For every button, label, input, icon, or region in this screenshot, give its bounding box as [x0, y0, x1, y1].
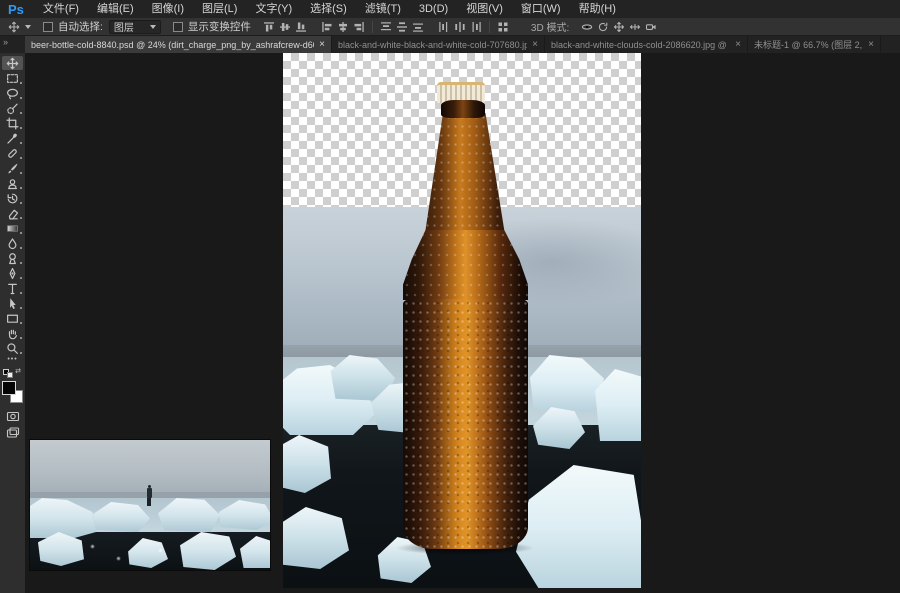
tool-options-bar: 自动选择: 图层 显示变换控件 3D 模式:	[0, 18, 900, 36]
screen-mode-button[interactable]	[2, 425, 23, 439]
align-vertical-center-icon[interactable]	[279, 21, 291, 33]
type-tool[interactable]	[2, 281, 23, 295]
current-tool-button[interactable]	[6, 21, 31, 33]
default-colors-icon	[7, 372, 13, 378]
quick-selection-tool[interactable]	[2, 101, 23, 115]
healing-brush-tool[interactable]	[2, 146, 23, 160]
distribute-horizontal-center-icon[interactable]	[454, 21, 466, 33]
snow-speck	[116, 556, 121, 561]
align-bottom-icon[interactable]	[295, 21, 307, 33]
move-tool[interactable]	[2, 56, 23, 70]
edit-toolbar-button[interactable]: •••	[0, 356, 25, 363]
tab-untitled-1[interactable]: 未标题-1 @ 66.7% (图层 2, RGB/8... ×	[748, 36, 881, 53]
distribute-top-icon[interactable]	[380, 21, 392, 33]
rectangle-tool[interactable]	[2, 311, 23, 325]
menu-select[interactable]: 选择(S)	[301, 0, 356, 18]
photoshop-window: Ps 文件(F) 编辑(E) 图像(I) 图层(L) 文字(Y) 选择(S) 滤…	[0, 0, 900, 593]
eyedropper-tool[interactable]	[2, 131, 23, 145]
menu-layer[interactable]: 图层(L)	[193, 0, 246, 18]
chevron-down-icon	[25, 25, 31, 29]
align-horizontal-center-icon[interactable]	[337, 21, 349, 33]
default-swap-colors[interactable]: ⇄	[3, 367, 21, 379]
blur-tool[interactable]	[2, 236, 23, 250]
menu-edit[interactable]: 编辑(E)	[88, 0, 143, 18]
show-transform-checkbox[interactable]	[173, 22, 183, 32]
menu-bar: Ps 文件(F) 编辑(E) 图像(I) 图层(L) 文字(Y) 选择(S) 滤…	[0, 0, 900, 18]
menu-file[interactable]: 文件(F)	[34, 0, 88, 18]
align-top-icon[interactable]	[263, 21, 275, 33]
history-brush-tool[interactable]	[2, 191, 23, 205]
lasso-tool[interactable]	[2, 86, 23, 100]
path-selection-tool[interactable]	[2, 296, 23, 310]
auto-select-label: 自动选择:	[58, 19, 103, 34]
tab-title: black-and-white-black-and-white-cold-707…	[338, 40, 527, 50]
close-icon[interactable]: ×	[532, 39, 538, 50]
pen-tool[interactable]	[2, 266, 23, 280]
menu-window[interactable]: 窗口(W)	[512, 0, 570, 18]
3d-slide-icon[interactable]	[629, 21, 641, 33]
tab-overflow-icon[interactable]: »	[0, 36, 25, 53]
person-silhouette	[146, 485, 152, 506]
hand-tool[interactable]	[2, 326, 23, 340]
3d-pan-icon[interactable]	[613, 21, 625, 33]
zoom-tool[interactable]	[2, 341, 23, 355]
tab-title: black-and-white-clouds-cold-2086620.jpg …	[551, 38, 730, 51]
menu-help[interactable]: 帮助(H)	[570, 0, 625, 18]
menu-image[interactable]: 图像(I)	[143, 0, 193, 18]
align-right-icon[interactable]	[353, 21, 365, 33]
align-left-icon[interactable]	[321, 21, 333, 33]
bottle-body	[403, 299, 528, 549]
color-swatches[interactable]	[2, 381, 23, 403]
distribute-bottom-icon[interactable]	[412, 21, 424, 33]
show-transform-label: 显示变换控件	[188, 19, 251, 34]
3d-orbit-icon[interactable]	[581, 21, 593, 33]
auto-select-dropdown[interactable]: 图层	[109, 20, 161, 34]
dodge-tool[interactable]	[2, 251, 23, 265]
gradient-tool[interactable]	[2, 221, 23, 235]
tab-clouds-cold[interactable]: black-and-white-clouds-cold-2086620.jpg …	[545, 36, 748, 53]
clone-stamp-tool[interactable]	[2, 176, 23, 190]
auto-select-value: 图层	[114, 19, 134, 34]
eraser-tool[interactable]	[2, 206, 23, 220]
tab-beer-bottle-cold[interactable]: beer-bottle-cold-8840.psd @ 24% (dirt_ch…	[25, 36, 332, 53]
tab-title: beer-bottle-cold-8840.psd @ 24% (dirt_ch…	[31, 38, 314, 51]
foreground-color-swatch[interactable]	[2, 381, 16, 395]
brush-tool[interactable]	[2, 161, 23, 175]
marquee-tool[interactable]	[2, 71, 23, 85]
close-icon[interactable]: ×	[319, 39, 325, 50]
chevron-down-icon	[150, 25, 156, 29]
bottle-collar	[441, 100, 485, 118]
3d-roll-icon[interactable]	[597, 21, 609, 33]
menu-3d[interactable]: 3D(D)	[410, 0, 457, 18]
distribute-left-icon[interactable]	[438, 21, 450, 33]
ps-logo: Ps	[0, 2, 34, 17]
close-icon[interactable]: ×	[735, 39, 741, 50]
auto-select-checkbox[interactable]	[43, 22, 53, 32]
close-icon[interactable]: ×	[868, 39, 874, 50]
move-tool-icon	[8, 21, 20, 33]
document-canvas[interactable]	[283, 53, 641, 588]
menu-filter[interactable]: 滤镜(T)	[356, 0, 410, 18]
distribute-right-icon[interactable]	[470, 21, 482, 33]
menu-type[interactable]: 文字(Y)	[246, 0, 301, 18]
document-tab-bar: » beer-bottle-cold-8840.psd @ 24% (dirt_…	[0, 36, 900, 53]
mode-3d-label: 3D 模式:	[531, 19, 569, 34]
tools-palette: ••• ⇄	[0, 53, 25, 593]
tab-title: 未标题-1 @ 66.7% (图层 2, RGB/8...	[754, 38, 863, 51]
distribute-spacing-icon[interactable]	[497, 21, 509, 33]
3d-camera-icon[interactable]	[645, 21, 657, 33]
pasteboard	[25, 53, 900, 593]
snow-speck	[90, 544, 95, 549]
snow-speck	[158, 548, 163, 553]
quick-mask-button[interactable]	[2, 409, 23, 423]
reference-image-ice-beach[interactable]	[30, 440, 270, 570]
bottle-shoulder	[403, 230, 528, 300]
tab-black-and-white-cold[interactable]: black-and-white-black-and-white-cold-707…	[332, 36, 545, 53]
menu-view[interactable]: 视图(V)	[457, 0, 512, 18]
crop-tool[interactable]	[2, 116, 23, 130]
swap-colors-icon: ⇄	[15, 367, 21, 375]
distribute-vertical-center-icon[interactable]	[396, 21, 408, 33]
